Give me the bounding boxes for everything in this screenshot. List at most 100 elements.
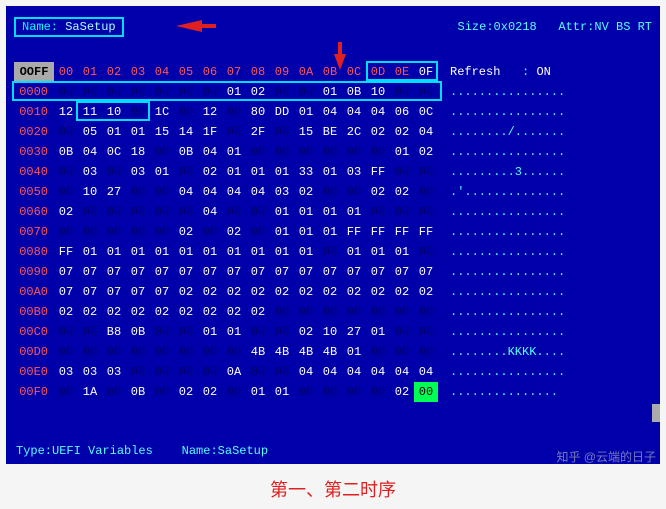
byte-0090-8[interactable]: 07 <box>246 262 270 282</box>
byte-00F0-6[interactable]: 02 <box>198 382 222 402</box>
byte-00D0-F[interactable]: 00 <box>414 342 438 362</box>
byte-0030-4[interactable]: 00 <box>150 142 174 162</box>
byte-0050-8[interactable]: 04 <box>246 182 270 202</box>
byte-0020-0[interactable]: 00 <box>54 122 78 142</box>
byte-0050-6[interactable]: 04 <box>198 182 222 202</box>
byte-0030-D[interactable]: 00 <box>366 142 390 162</box>
byte-0020-E[interactable]: 02 <box>390 122 414 142</box>
byte-00F0-B[interactable]: 00 <box>318 382 342 402</box>
byte-0030-5[interactable]: 0B <box>174 142 198 162</box>
byte-0060-F[interactable]: 00 <box>414 202 438 222</box>
byte-0070-8[interactable]: 00 <box>246 222 270 242</box>
byte-0010-F[interactable]: 0C <box>414 102 438 122</box>
byte-0030-6[interactable]: 04 <box>198 142 222 162</box>
byte-0080-C[interactable]: 01 <box>342 242 366 262</box>
byte-0040-0[interactable]: 00 <box>54 162 78 182</box>
byte-0010-0[interactable]: 12 <box>54 102 78 122</box>
byte-0000-A[interactable]: 00 <box>294 82 318 102</box>
byte-0010-C[interactable]: 04 <box>342 102 366 122</box>
byte-0000-3[interactable]: 00 <box>126 82 150 102</box>
byte-00F0-8[interactable]: 01 <box>246 382 270 402</box>
byte-0090-7[interactable]: 07 <box>222 262 246 282</box>
scrollbar-thumb[interactable] <box>652 404 660 422</box>
byte-0060-E[interactable]: 00 <box>390 202 414 222</box>
byte-0040-9[interactable]: 01 <box>270 162 294 182</box>
byte-00E0-0[interactable]: 03 <box>54 362 78 382</box>
byte-0070-5[interactable]: 02 <box>174 222 198 242</box>
byte-00C0-7[interactable]: 01 <box>222 322 246 342</box>
byte-0080-D[interactable]: 01 <box>366 242 390 262</box>
byte-0050-2[interactable]: 27 <box>102 182 126 202</box>
byte-00E0-C[interactable]: 04 <box>342 362 366 382</box>
byte-0090-2[interactable]: 07 <box>102 262 126 282</box>
byte-00B0-1[interactable]: 02 <box>78 302 102 322</box>
byte-0090-4[interactable]: 07 <box>150 262 174 282</box>
byte-0040-A[interactable]: 33 <box>294 162 318 182</box>
byte-00B0-B[interactable]: 00 <box>318 302 342 322</box>
byte-00B0-E[interactable]: 00 <box>390 302 414 322</box>
byte-0060-B[interactable]: 01 <box>318 202 342 222</box>
byte-0010-9[interactable]: DD <box>270 102 294 122</box>
byte-00A0-B[interactable]: 02 <box>318 282 342 302</box>
byte-00C0-0[interactable]: 00 <box>54 322 78 342</box>
byte-0060-6[interactable]: 04 <box>198 202 222 222</box>
byte-00A0-6[interactable]: 02 <box>198 282 222 302</box>
byte-0020-2[interactable]: 01 <box>102 122 126 142</box>
byte-0010-4[interactable]: 1C <box>150 102 174 122</box>
byte-00C0-8[interactable]: 00 <box>246 322 270 342</box>
byte-0070-C[interactable]: FF <box>342 222 366 242</box>
byte-0050-9[interactable]: 03 <box>270 182 294 202</box>
byte-00E0-1[interactable]: 03 <box>78 362 102 382</box>
byte-0070-9[interactable]: 01 <box>270 222 294 242</box>
byte-00B0-3[interactable]: 02 <box>126 302 150 322</box>
byte-0090-E[interactable]: 07 <box>390 262 414 282</box>
byte-0030-C[interactable]: 00 <box>342 142 366 162</box>
byte-0070-1[interactable]: 00 <box>78 222 102 242</box>
byte-00E0-8[interactable]: 00 <box>246 362 270 382</box>
byte-0070-6[interactable]: 00 <box>198 222 222 242</box>
byte-00F0-E[interactable]: 02 <box>390 382 414 402</box>
byte-0010-1[interactable]: 11 <box>78 102 102 122</box>
byte-0060-5[interactable]: 00 <box>174 202 198 222</box>
byte-00D0-B[interactable]: 4B <box>318 342 342 362</box>
byte-00A0-4[interactable]: 07 <box>150 282 174 302</box>
byte-00B0-7[interactable]: 02 <box>222 302 246 322</box>
byte-0080-4[interactable]: 01 <box>150 242 174 262</box>
byte-0020-C[interactable]: 2C <box>342 122 366 142</box>
byte-00A0-9[interactable]: 02 <box>270 282 294 302</box>
byte-00B0-6[interactable]: 02 <box>198 302 222 322</box>
byte-0050-D[interactable]: 02 <box>366 182 390 202</box>
byte-0080-0[interactable]: FF <box>54 242 78 262</box>
byte-0000-2[interactable]: 00 <box>102 82 126 102</box>
byte-0090-3[interactable]: 07 <box>126 262 150 282</box>
byte-0040-D[interactable]: FF <box>366 162 390 182</box>
byte-00C0-A[interactable]: 02 <box>294 322 318 342</box>
byte-0070-7[interactable]: 02 <box>222 222 246 242</box>
byte-0020-6[interactable]: 1F <box>198 122 222 142</box>
byte-00A0-E[interactable]: 02 <box>390 282 414 302</box>
byte-00E0-3[interactable]: 00 <box>126 362 150 382</box>
byte-0050-7[interactable]: 04 <box>222 182 246 202</box>
byte-00E0-A[interactable]: 04 <box>294 362 318 382</box>
byte-00C0-D[interactable]: 01 <box>366 322 390 342</box>
byte-0020-1[interactable]: 05 <box>78 122 102 142</box>
byte-00C0-C[interactable]: 27 <box>342 322 366 342</box>
byte-0060-2[interactable]: 00 <box>102 202 126 222</box>
byte-0000-7[interactable]: 01 <box>222 82 246 102</box>
byte-00D0-1[interactable]: 00 <box>78 342 102 362</box>
byte-00A0-7[interactable]: 02 <box>222 282 246 302</box>
byte-0000-F[interactable]: 00 <box>414 82 438 102</box>
byte-00F0-2[interactable]: 00 <box>102 382 126 402</box>
byte-0030-A[interactable]: 00 <box>294 142 318 162</box>
byte-0090-6[interactable]: 07 <box>198 262 222 282</box>
byte-0000-8[interactable]: 02 <box>246 82 270 102</box>
byte-0080-5[interactable]: 01 <box>174 242 198 262</box>
byte-00E0-5[interactable]: 00 <box>174 362 198 382</box>
byte-00F0-3[interactable]: 0B <box>126 382 150 402</box>
byte-0040-5[interactable]: 00 <box>174 162 198 182</box>
byte-0080-9[interactable]: 01 <box>270 242 294 262</box>
byte-00A0-5[interactable]: 02 <box>174 282 198 302</box>
byte-0060-C[interactable]: 01 <box>342 202 366 222</box>
byte-0040-F[interactable]: 00 <box>414 162 438 182</box>
byte-00A0-8[interactable]: 02 <box>246 282 270 302</box>
